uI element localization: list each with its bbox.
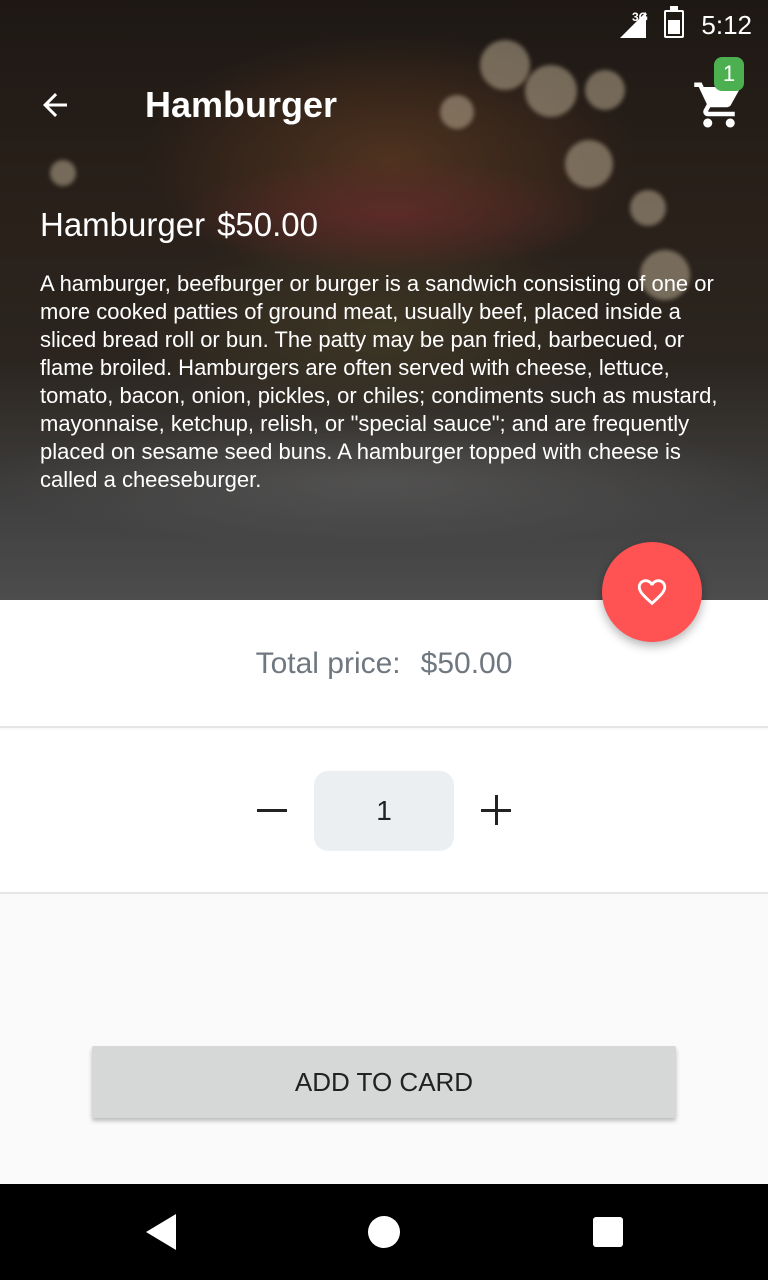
- product-hero: 3G 5:12 Hamburger 1 Hamburger $50.00 A ha…: [0, 0, 768, 600]
- battery-icon: [664, 6, 684, 38]
- page-title: Hamburger: [145, 84, 338, 125]
- product-name: Hamburger: [40, 206, 206, 243]
- status-bar: 3G 5:12: [0, 0, 768, 48]
- total-price-value: $50.00: [420, 647, 513, 680]
- heart-outline-icon: [637, 579, 667, 606]
- cart-count-badge: 1: [714, 57, 744, 91]
- quantity-stepper: 1: [0, 730, 768, 894]
- total-price-label: Total price:: [255, 647, 401, 680]
- product-price: $50.00: [217, 206, 319, 243]
- arrow-left-icon: [43, 93, 67, 117]
- quantity-value[interactable]: 1: [314, 771, 454, 851]
- nav-recents-icon[interactable]: [593, 1217, 623, 1247]
- nav-back-icon[interactable]: [146, 1214, 176, 1250]
- decrease-quantity-button[interactable]: [246, 770, 296, 850]
- nav-home-icon[interactable]: [368, 1216, 400, 1248]
- back-button[interactable]: [30, 80, 80, 130]
- status-time: 5:12: [701, 10, 752, 40]
- product-description: A hamburger, beefburger or burger is a s…: [40, 271, 718, 492]
- favorite-button[interactable]: [602, 542, 702, 642]
- product-header: Hamburger $50.00: [40, 206, 318, 244]
- increase-quantity-button[interactable]: [470, 770, 520, 850]
- add-to-cart-button[interactable]: ADD TO CARD: [92, 1046, 676, 1118]
- signal-icon: [620, 12, 646, 38]
- system-nav-bar: [0, 1184, 768, 1280]
